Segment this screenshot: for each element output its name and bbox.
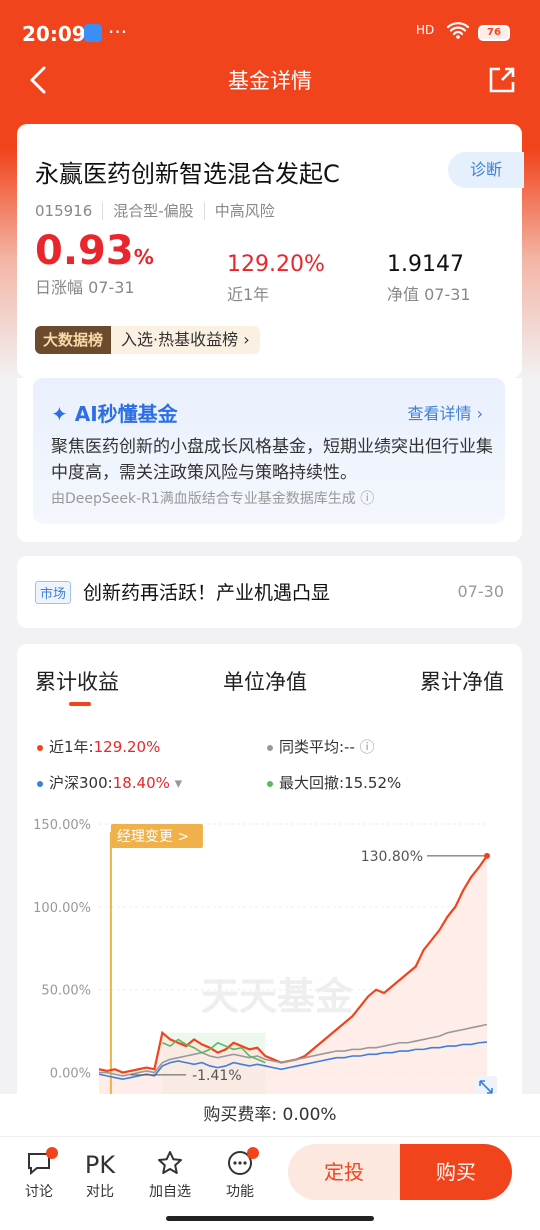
year-return-stat: 129.20% 近1年 <box>227 252 325 305</box>
star-icon <box>145 1149 195 1181</box>
active-tab-indicator <box>69 702 91 706</box>
functions-button[interactable]: 功能 <box>215 1147 265 1201</box>
nav-bar: 基金详情 <box>0 62 540 102</box>
ai-title: ✦ AI秒懂基金 <box>51 398 178 427</box>
legend-index-value: 18.40% <box>112 774 170 792</box>
legend-fund-label: 近1年: <box>49 738 94 756</box>
y-tick-label: 150.00% <box>33 818 91 833</box>
news-tag: 市场 <box>35 581 72 604</box>
performance-card: 累计收益 单位净值 累计净值 近1年:129.20% 同类平均:-- ⓘ 沪深3… <box>17 644 522 1114</box>
ai-summary-box: ✦ AI秒懂基金 查看详情 › 聚焦医药创新的小盘成长风格基金，短期业绩突出但行… <box>33 378 505 524</box>
y-tick-label: 0.00% <box>50 1067 91 1082</box>
diagnose-button[interactable]: 诊断 <box>448 152 524 188</box>
auto-invest-button[interactable]: 定投 <box>288 1144 400 1200</box>
y-tick-label: 50.00% <box>41 984 91 999</box>
app-notification-icon <box>84 24 102 42</box>
legend-fund-value: 129.20% <box>93 738 161 756</box>
legend-peer-label: 同类平均:-- <box>279 738 355 756</box>
legend-dot <box>267 780 273 787</box>
legend-dot <box>37 780 43 787</box>
compare-button[interactable]: PK 对比 <box>75 1149 125 1201</box>
nav-value: 1.9147 <box>387 252 464 277</box>
legend-fund: 近1年:129.20% <box>37 736 160 757</box>
max-point <box>484 852 490 859</box>
manager-change-label: 经理变更 > <box>117 829 189 845</box>
year-return-value: 129.20% <box>227 252 325 277</box>
daily-change-value: 0.93 <box>35 228 134 274</box>
nav-stat: 1.9147 净值 07-31 <box>387 252 471 305</box>
legend-dot <box>37 744 43 751</box>
legend-drawdown-value: 15.52% <box>344 774 402 792</box>
battery-icon: 76 <box>478 25 510 41</box>
page-title: 基金详情 <box>228 69 312 93</box>
daily-change-unit: % <box>133 245 154 269</box>
fund-code: 015916 <box>35 202 104 220</box>
info-icon[interactable]: ⓘ <box>360 738 375 756</box>
buy-button[interactable]: 购买 <box>400 1144 512 1200</box>
status-time: 20:09 <box>22 22 86 46</box>
legend-index[interactable]: 沪深300:18.40% ▾ <box>37 772 182 793</box>
signal-icon: HD <box>416 23 435 37</box>
ai-summary-text: 聚焦医药创新的小盘成长风格基金，短期业绩突出但行业集中度高，需关注政策风险与策略… <box>51 437 493 483</box>
purchase-fee: 购买费率: 0.00% <box>0 1094 540 1136</box>
nav-label: 净值 07-31 <box>387 285 471 304</box>
max-label: 130.80% <box>361 849 423 865</box>
sparkle-icon: ✦ <box>51 402 68 426</box>
year-return-label: 近1年 <box>227 285 270 304</box>
pk-icon: PK <box>84 1151 116 1179</box>
tab-cumulative-nav[interactable]: 累计净值 <box>420 666 504 696</box>
fund-summary-card: 永赢医药创新智选混合发起C 诊断 015916 混合型-偏股 中高风险 0.93% … <box>17 124 524 378</box>
legend-drawdown-label: 最大回撤: <box>279 774 345 792</box>
legend-drawdown: 最大回撤:15.52% <box>267 772 401 793</box>
fund-meta: 015916 混合型-偏股 中高风险 <box>35 200 295 221</box>
daily-change-stat: 0.93% 日涨幅 07-31 <box>35 228 154 298</box>
notification-dot <box>247 1147 259 1159</box>
tab-cumulative-return[interactable]: 累计收益 <box>35 666 119 696</box>
legend-index-label: 沪深300: <box>49 774 113 792</box>
cumulative-return-chart[interactable]: 150.00% 100.00% 50.00% 0.00% 天天基金 经理变更 > 130.8… <box>17 804 522 1114</box>
watermark: 天天基金 <box>201 975 354 1019</box>
news-title: 创新药再活跃！产业机遇凸显 <box>83 582 331 604</box>
news-date: 07-30 <box>457 582 505 601</box>
y-tick-label: 100.00% <box>33 901 91 916</box>
bigdata-text: 入选·热基收益榜 › <box>111 326 260 354</box>
bigdata-tag: 大数据榜 <box>35 326 112 354</box>
ai-summary-card: ✦ AI秒懂基金 查看详情 › 聚焦医药创新的小盘成长风格基金，短期业绩突出但行… <box>17 378 522 542</box>
min-label: -1.41% <box>192 1068 242 1084</box>
notification-dot <box>46 1147 58 1159</box>
share-icon[interactable] <box>488 66 516 94</box>
more-notifications-icon: ··· <box>108 20 128 44</box>
daily-change-label: 日涨幅 07-31 <box>35 278 135 297</box>
wifi-icon <box>446 20 470 45</box>
legend-dot <box>267 744 273 751</box>
tab-unit-nav[interactable]: 单位净值 <box>223 666 307 696</box>
fund-risk: 中高风险 <box>214 202 275 220</box>
home-indicator <box>166 1216 374 1221</box>
discuss-button[interactable]: 讨论 <box>14 1147 64 1201</box>
fund-name: 永赢医药创新智选混合发起C <box>35 160 340 188</box>
add-watchlist-button[interactable]: 加自选 <box>145 1149 195 1201</box>
legend-peer: 同类平均:-- ⓘ <box>267 736 375 757</box>
bigdata-ranking-banner[interactable]: 大数据榜 入选·热基收益榜 › <box>35 326 260 354</box>
ai-title-text: AI秒懂基金 <box>74 402 178 426</box>
news-card[interactable]: 市场 创新药再活跃！产业机遇凸显 07-30 <box>17 556 522 628</box>
dropdown-icon: ▾ <box>174 774 183 792</box>
ai-more-link[interactable]: 查看详情 › <box>408 400 484 424</box>
status-bar: 20:09 ··· HD 76 <box>0 0 540 62</box>
fund-type: 混合型-偏股 <box>113 202 205 220</box>
ai-source-note: 由DeepSeek-R1满血版结合专业基金数据库生成 ⓘ <box>51 491 375 507</box>
